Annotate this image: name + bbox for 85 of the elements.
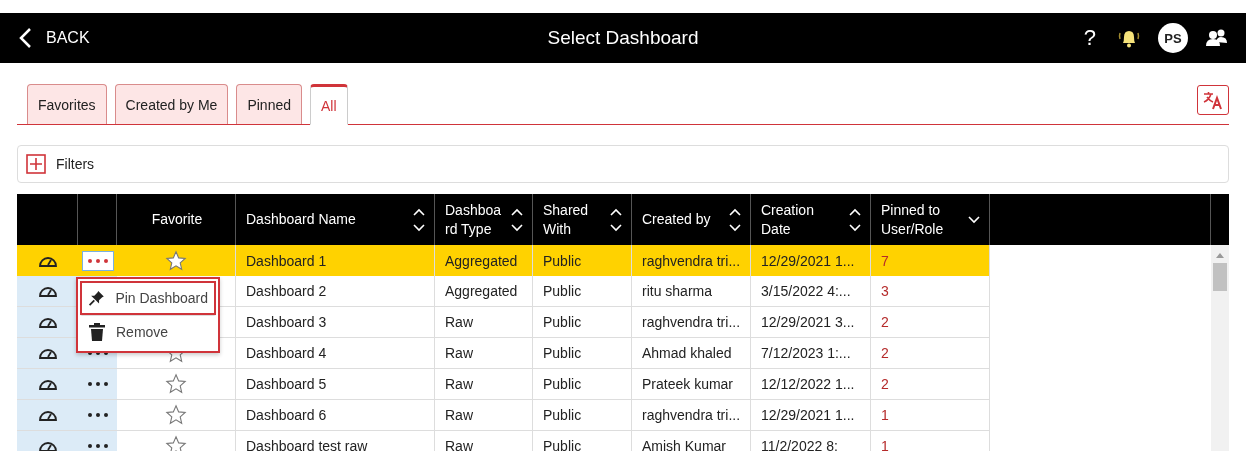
translate-icon [1202,90,1224,110]
trash-icon [88,321,106,342]
filters-bar[interactable]: Filters [17,145,1229,183]
table-row[interactable]: Dashboard test raw Raw Public Amish Kumar 11/2/2022 8: 1 [17,431,990,451]
table-cell: Dashboard 2 [246,283,327,299]
table-cell: Public [543,283,582,299]
table-cell: 2 [881,314,889,330]
table-cell: Raw [445,345,473,361]
help-button[interactable]: ? [1079,25,1100,51]
table-cell: Public [543,376,582,392]
table-cell: Aggregated [445,252,518,269]
more-icon [86,443,109,449]
table-cell: 7/12/2023 1:... [761,345,851,361]
table-cell: Raw [445,407,473,423]
star-icon[interactable] [165,373,187,395]
star-icon[interactable] [165,249,187,272]
table-cell: 12/29/2021 1... [761,407,855,423]
table-cell: Public [543,345,582,361]
star-icon[interactable] [165,435,187,451]
table-cell: Dashboard 5 [246,376,327,392]
table-row[interactable]: Dashboard 1 Aggregated Public raghvendra tri... 12/29/2021 1... 7 [17,245,990,276]
table-cell: 2 [881,345,889,361]
gauge-icon[interactable] [37,439,58,451]
filters-label: Filters [56,156,95,172]
column-header[interactable]: Pinned to User/Role [881,200,963,239]
table-cell: Raw [445,376,473,392]
table-cell: Dashboard 3 [246,314,327,330]
table-row[interactable]: Dashboard 6 Raw Public raghvendra tri... 12/29/2021 1... 1 [17,400,990,431]
expand-icon [26,154,46,174]
chevron-left-icon [18,27,32,49]
gauge-icon[interactable] [37,408,58,422]
scrollbar-thumb[interactable] [1213,263,1227,291]
window-title: Select Dashboard [547,27,699,49]
tab[interactable]: Favorites [27,84,107,124]
gauge-icon[interactable] [37,377,58,391]
table-cell: Public [543,407,582,423]
table-cell: Dashboard 1 [246,252,327,269]
table-cell: Raw [445,438,473,451]
table-cell: raghvendra tri... [642,314,741,330]
table-cell: raghvendra tri... [642,252,741,269]
table-cell: Aggregated [445,283,518,299]
table-cell: 7 [881,252,889,269]
table-cell: 3/15/2022 4:... [761,283,851,299]
more-icon [86,257,109,264]
table-cell: 12/29/2021 1... [761,252,855,269]
gauge-icon[interactable] [37,315,58,329]
table-cell: Dashboard 6 [246,407,327,423]
column-header[interactable]: Favorite [127,210,227,229]
scrollbar[interactable] [1211,245,1229,451]
gauge-icon[interactable] [37,284,58,298]
table-cell: Prateek kumar [642,376,734,392]
table-row[interactable]: Dashboard 5 Raw Public Prateek kumar 12/12/2022 1... 2 [17,369,990,400]
table-cell: 1 [881,438,889,451]
translate-button[interactable] [1197,85,1229,115]
column-header[interactable]: Dashboard Name [246,210,408,229]
table-cell: Ahmad khaled [642,345,732,361]
tab[interactable]: All [310,84,348,125]
more-icon [86,381,109,387]
table-cell: Dashboard test raw [246,438,368,451]
table-cell: Raw [445,314,473,330]
table-cell: Public [543,314,582,330]
user-avatar[interactable]: PS [1158,23,1188,53]
table-cell: Dashboard 4 [246,345,327,361]
table-cell: 12/29/2021 3... [761,314,855,330]
column-header[interactable]: Created by [642,210,724,229]
table-cell: 2 [881,376,889,392]
table-cell: Public [543,438,582,451]
table-cell: raghvendra tri... [642,407,741,423]
tab[interactable]: Pinned [236,84,302,124]
table-cell: 3 [881,283,889,299]
table-cell: Amish Kumar [642,438,727,451]
more-icon [86,412,109,418]
table-cell: 11/2/2022 8: [761,438,838,451]
column-header[interactable]: Creation Date [761,200,844,239]
column-header[interactable]: Dashboa rd Type [445,200,506,239]
gauge-icon[interactable] [37,346,58,360]
back-button[interactable]: BACK [18,27,90,49]
table-cell: ritu sharma [642,283,713,299]
tab[interactable]: Created by Me [114,84,229,124]
column-header[interactable]: Shared With [543,200,605,239]
table-cell: 12/12/2022 1... [761,376,855,392]
star-icon[interactable] [165,404,187,426]
table-cell: 1 [881,407,889,423]
table-cell: Public [543,252,582,269]
menu-item[interactable]: Pin Dashboard [80,281,216,315]
